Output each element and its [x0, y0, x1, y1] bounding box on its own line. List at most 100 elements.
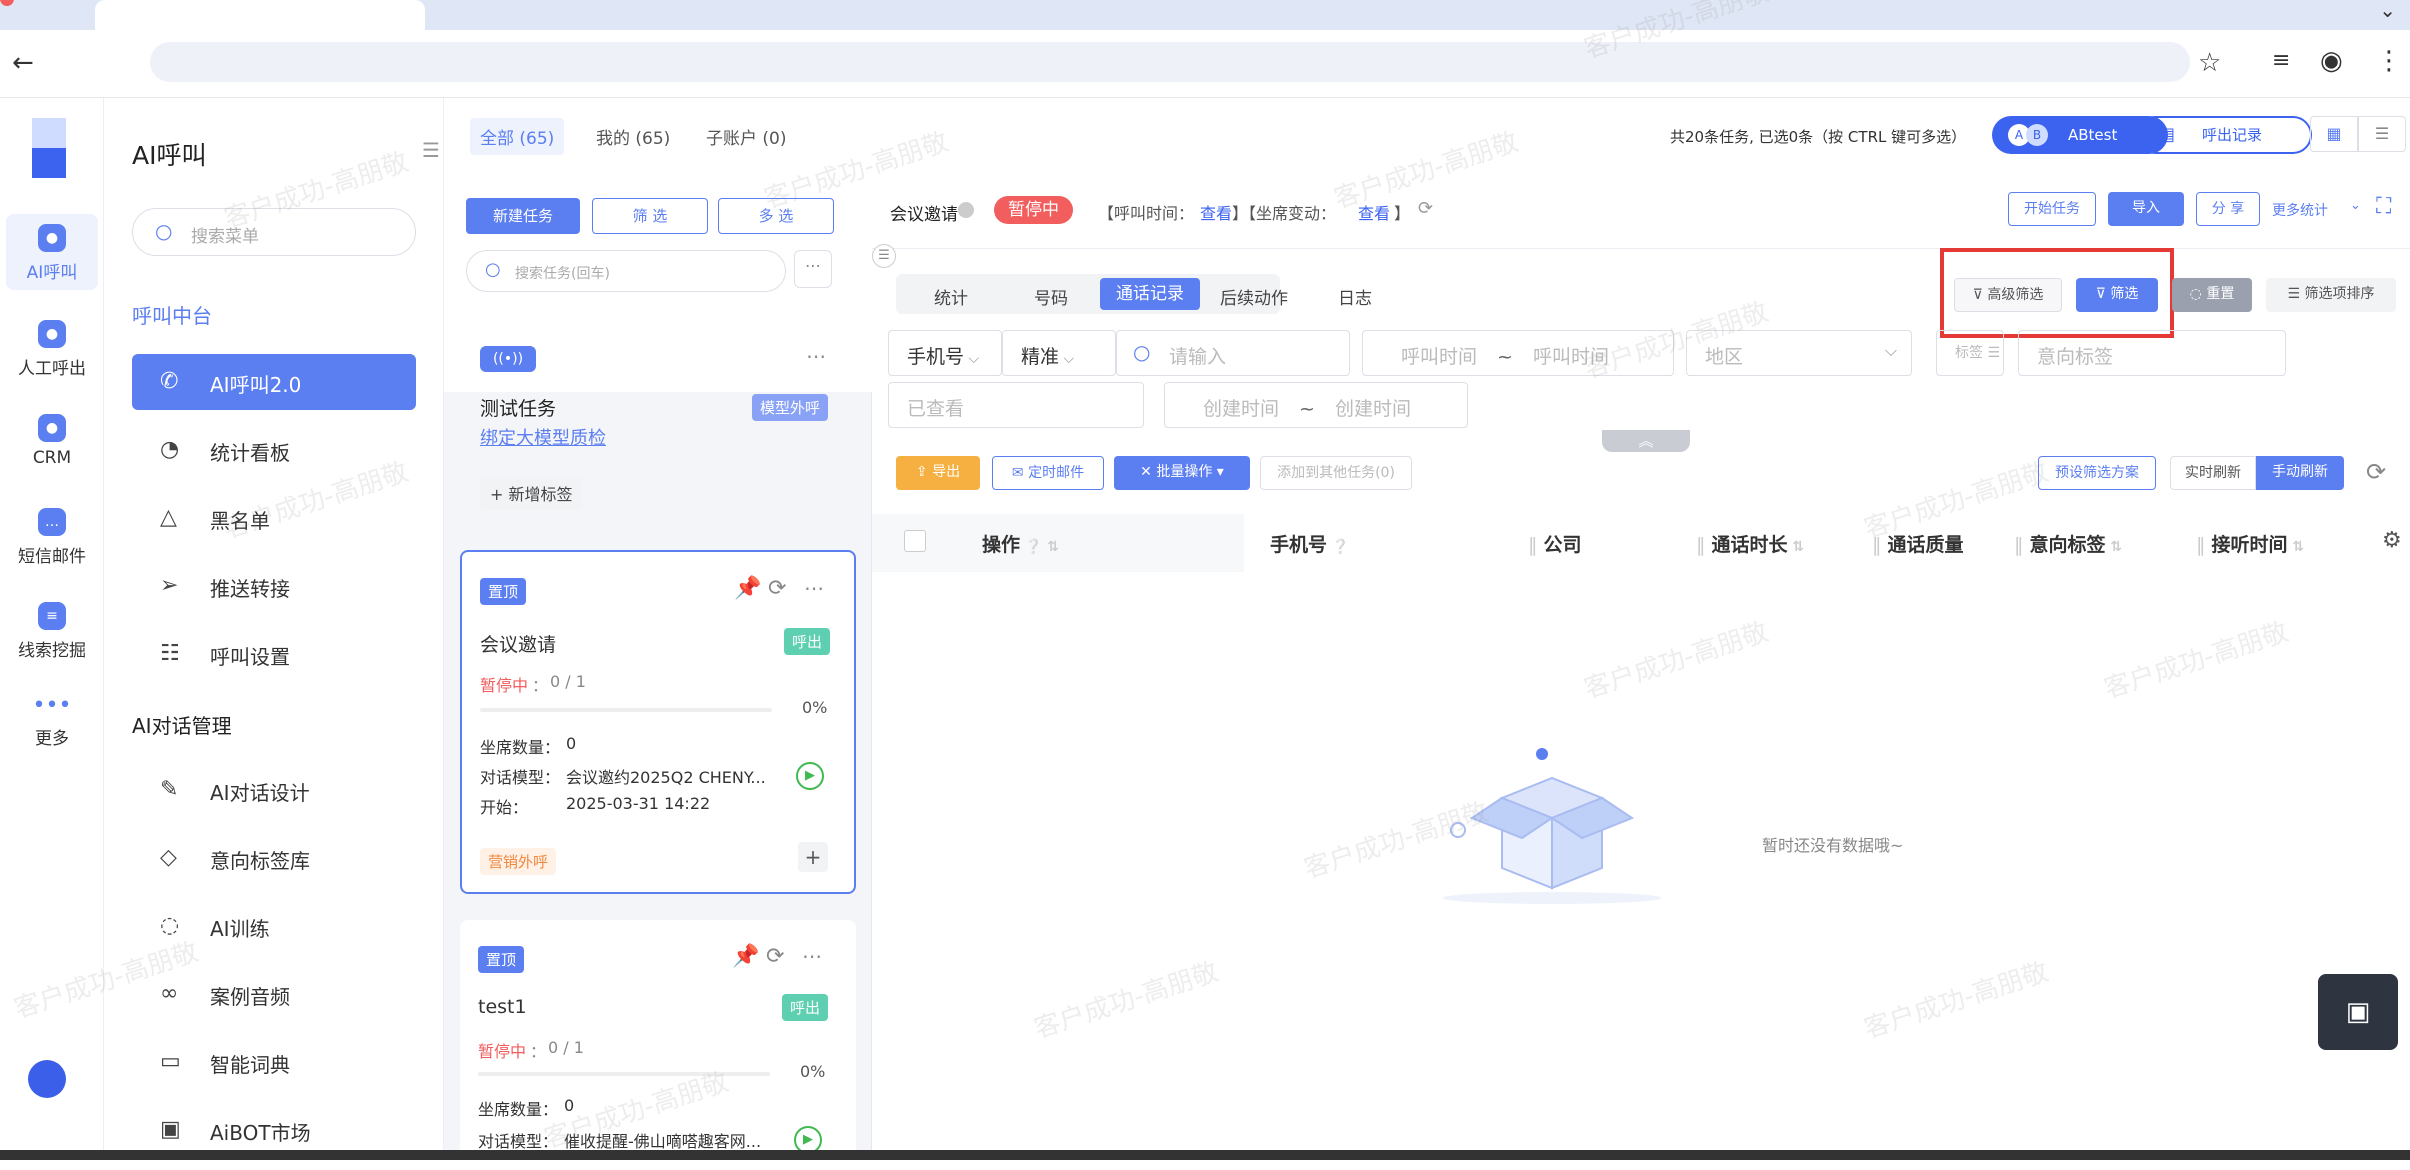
card-more-icon[interactable]: ⋯ — [806, 344, 826, 368]
task-card-meeting-invite[interactable]: 置顶 📌 ⟳ ⋯ 会议邀请 呼出 暂停中 ： 0 / 1 0% 坐席数量： 0 … — [460, 550, 856, 894]
column-header-answer-time[interactable]: ‖ 接听时间 ⇅ — [2196, 530, 2304, 557]
add-button[interactable]: + — [798, 842, 828, 872]
playlist-icon[interactable]: ≡ — [2272, 50, 2290, 72]
start-task-button[interactable]: 开始任务 — [2008, 192, 2096, 226]
call-records-button[interactable]: ▤ 呼出记录 — [2136, 116, 2312, 154]
add-tag-button[interactable]: + 新增标签 — [480, 476, 583, 510]
highlight-box — [1940, 248, 2174, 338]
list-view-icon[interactable]: ☰ — [2358, 116, 2406, 152]
filter-tasks-button[interactable]: 筛 选 — [592, 198, 708, 234]
import-button[interactable]: 导入 — [2108, 192, 2184, 226]
tag-filter[interactable]: 标签 ☰ — [1936, 330, 2004, 376]
sliders-icon: ☷ — [160, 641, 180, 666]
select-all-checkbox[interactable] — [904, 530, 926, 552]
play-icon[interactable]: ▶ — [796, 762, 824, 790]
card-more-icon[interactable]: ⋯ — [804, 576, 824, 600]
refresh-icon[interactable]: ⟳ — [1418, 198, 1433, 219]
task-search-input[interactable]: ○ 搜索任务(回车) — [466, 250, 786, 292]
preset-filter-button[interactable]: 预设筛选方案 — [2038, 456, 2156, 490]
search-icon: ○ — [155, 219, 173, 243]
info-icon[interactable] — [958, 202, 974, 218]
pinned-badge: 置顶 — [480, 578, 527, 605]
tab-logs[interactable]: 日志 — [1338, 284, 1372, 309]
rail-item-lead-mining[interactable]: ≡ 线索挖掘 — [0, 602, 104, 661]
reset-button[interactable]: ◌ 重置 — [2172, 278, 2252, 312]
tab-stats[interactable]: 统计 — [934, 284, 968, 309]
model-call-badge: 模型外呼 — [752, 394, 829, 421]
start-label: 开始： — [480, 798, 529, 817]
viewed-select[interactable]: 已查看 — [888, 382, 1144, 428]
column-header-intent[interactable]: ‖ 意向标签 ⇅ — [2014, 530, 2122, 557]
back-arrow-icon[interactable]: ← — [12, 50, 34, 76]
tab-sub-accounts[interactable]: 子账户 (0) — [706, 124, 786, 149]
task-status: 暂停中 — [480, 676, 529, 695]
intent-tag-select[interactable]: 意向标签 — [2018, 330, 2286, 376]
call-time-label: 【呼叫时间： — [1098, 204, 1195, 223]
menu-item-ai-dialog-design[interactable]: ✎ AI对话设计 — [132, 762, 416, 818]
task-card-test1[interactable]: 置顶 📌 ⟳ ⋯ test1 呼出 暂停中 ： 0 / 1 0% 坐席数量： 0… — [460, 920, 856, 1170]
pin-icon[interactable]: 📌 — [732, 944, 759, 969]
match-mode-select[interactable]: 精准 ⌵ — [1002, 330, 1116, 376]
window-close-dot[interactable] — [0, 0, 14, 6]
more-stats-link[interactable]: 更多统计 — [2272, 200, 2328, 220]
sort-filter-button[interactable]: ☰ 筛选项排序 — [2266, 278, 2396, 312]
export-button[interactable]: ⇪ 导出 — [896, 456, 980, 490]
column-header-actions[interactable]: 操作 ❔ ⇅ — [982, 530, 1059, 557]
rail-item-ai-call[interactable]: ● AI呼叫 — [6, 214, 98, 290]
more-options-icon[interactable]: ⋯ — [794, 250, 832, 288]
grid-view-icon[interactable]: ▦ — [2310, 116, 2358, 152]
refresh-icon[interactable]: ⟳ — [766, 944, 784, 969]
batch-operations-button[interactable]: ✕ 批量操作 ▾ — [1114, 456, 1250, 490]
browser-tab-active[interactable] — [95, 0, 425, 30]
rail-item-crm[interactable]: ● CRM — [0, 414, 104, 468]
tab-call-records[interactable]: 通话记录 — [1100, 278, 1200, 310]
voice-assistant-icon[interactable]: ▣ — [2318, 974, 2398, 1050]
add-to-other-task-button[interactable]: 添加到其他任务(0) — [1260, 456, 1412, 490]
share-button[interactable]: 分 享 — [2196, 192, 2260, 226]
new-task-button[interactable]: 新建任务 — [466, 198, 580, 234]
tab-all[interactable]: 全部 (65) — [470, 118, 565, 155]
collapse-list-icon[interactable]: ☰ — [872, 244, 896, 268]
realtime-refresh-toggle[interactable]: 实时刷新 — [2170, 456, 2256, 490]
assistant-icon[interactable] — [28, 1060, 66, 1098]
chevron-down-icon[interactable]: ⌄ — [2350, 198, 2361, 213]
rail-item-more[interactable]: ••• 更多 — [0, 695, 104, 750]
bind-model-qa-link[interactable]: 绑定大模型质检 — [480, 424, 606, 450]
menu-item-smart-dictionary[interactable]: ▭ 智能词典 — [132, 1034, 416, 1090]
view-call-time-link[interactable]: 查看 — [1200, 200, 1232, 224]
card-more-icon[interactable]: ⋯ — [802, 944, 822, 968]
refresh-icon[interactable]: ⟳ — [768, 576, 786, 601]
menu-item-call-settings[interactable]: ☷ 呼叫设置 — [132, 626, 416, 682]
account-icon[interactable]: ◉ — [2320, 48, 2343, 74]
manual-refresh-toggle[interactable]: 手动刷新 — [2256, 456, 2344, 490]
phone-type-select[interactable]: 手机号 ⌵ — [888, 330, 1002, 376]
task-title[interactable]: 测试任务 — [480, 394, 556, 421]
browser-toolbar: ← ☆ ≡ ◉ ⋮ — [0, 30, 2410, 98]
menu-item-push-transfer[interactable]: ➢ 推送转接 — [132, 558, 416, 614]
gear-icon[interactable]: ⚙ — [2382, 528, 2402, 553]
tab-follow-up[interactable]: 后续动作 — [1220, 284, 1288, 309]
fullscreen-icon[interactable]: ⛶ — [2376, 194, 2391, 219]
collapse-menu-icon[interactable]: ☰ — [422, 138, 440, 162]
pin-icon[interactable]: 📌 — [734, 576, 761, 601]
rail-item-manual-call[interactable]: ● 人工呼出 — [0, 320, 104, 379]
tab-mine[interactable]: 我的 (65) — [596, 124, 670, 149]
create-time-range[interactable]: 创建时间 ~ 创建时间 — [1164, 382, 1468, 428]
address-bar[interactable] — [150, 42, 2190, 82]
column-header-phone[interactable]: 手机号 ❔ — [1270, 530, 1349, 557]
collapse-filters-icon[interactable]: ︽ — [1602, 430, 1690, 452]
chevron-down-icon[interactable]: ⌄ — [2379, 0, 2396, 20]
rail-item-sms-email[interactable]: … 短信邮件 — [0, 508, 104, 567]
menu-item-ai-call-2[interactable]: ✆ AI呼叫2.0 — [132, 354, 416, 410]
keyword-input[interactable]: ○ 请输入 — [1116, 330, 1350, 376]
more-vert-icon[interactable]: ⋮ — [2376, 48, 2402, 74]
tab-numbers[interactable]: 号码 — [1034, 284, 1068, 309]
column-header-duration[interactable]: ‖ 通话时长 ⇅ — [1696, 530, 1804, 557]
refresh-icon[interactable]: ⟳ — [2366, 458, 2386, 486]
star-icon[interactable]: ☆ — [2198, 50, 2221, 76]
progress-bar — [480, 708, 772, 712]
column-header-company[interactable]: ‖ 公司 — [1528, 530, 1582, 557]
task-title: 会议邀请 — [480, 634, 557, 656]
menu-item-intent-tags[interactable]: ◇ 意向标签库 — [132, 830, 416, 886]
scheduled-email-button[interactable]: ✉ 定时邮件 — [992, 456, 1104, 490]
